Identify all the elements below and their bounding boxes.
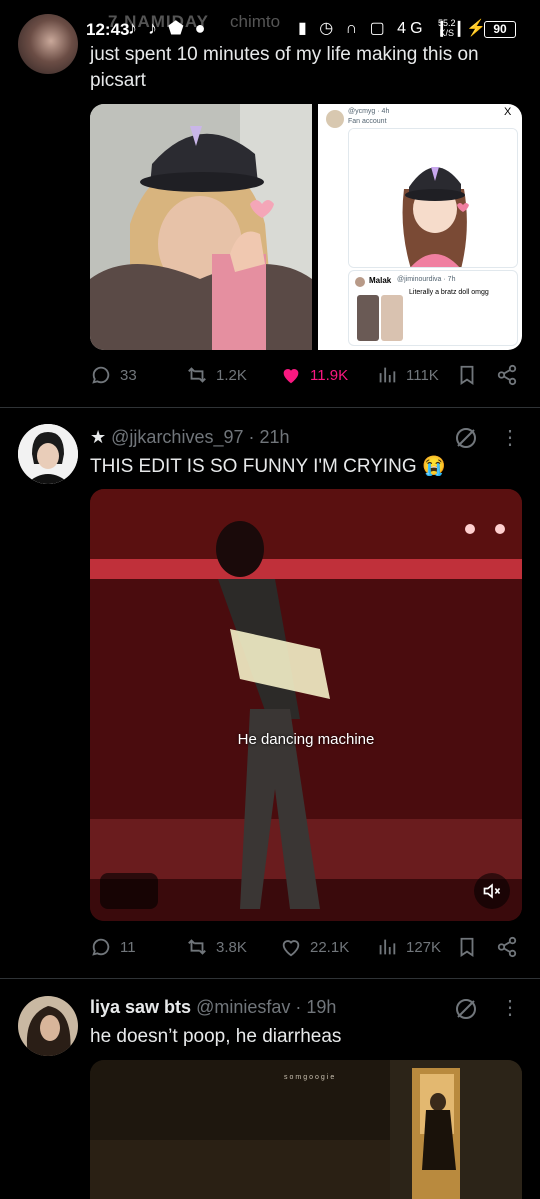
like-count: 11.9K — [310, 366, 349, 384]
grok-icon[interactable] — [454, 997, 478, 1021]
repost-button[interactable]: 3.8K — [186, 936, 247, 958]
repost-icon — [188, 367, 206, 383]
repost-icon — [188, 939, 206, 955]
reply-button[interactable]: 11 — [90, 936, 136, 958]
tweet-divider — [0, 407, 540, 408]
tweet-photo-left[interactable] — [90, 104, 312, 350]
share-icon — [497, 364, 517, 386]
status-time: 12:43 — [86, 20, 130, 39]
reply-count: 33 — [120, 366, 137, 384]
tweet-video[interactable]: somgoogie — [90, 1060, 522, 1199]
views-icon — [379, 367, 396, 383]
more-options-icon[interactable]: ⋮ — [500, 998, 520, 1018]
video-caption: He dancing machine — [237, 731, 375, 748]
tweet-text: THIS EDIT IS SO FUNNY I'M CRYING 😭 — [90, 456, 446, 477]
heart-icon — [282, 940, 300, 957]
like-button[interactable]: 11.9K — [280, 364, 348, 386]
bookmark-icon — [460, 937, 474, 957]
network-speed-value: 55.2 — [438, 18, 456, 28]
cartoon-illustration — [349, 129, 517, 267]
share-icon — [497, 936, 517, 958]
tweet-header: liya saw bts @miniesfav · 19h — [90, 997, 336, 1018]
quoted-reply: Malak @jiminourdiva · 7h Literally a bra… — [348, 270, 518, 346]
reply-thumb-1 — [357, 295, 379, 341]
tweet-divider — [0, 978, 540, 979]
views-count: 111K — [406, 366, 439, 384]
video-avatar-badge — [100, 873, 158, 909]
reply-handle: @jiminourdiva · 7h — [397, 276, 456, 283]
video-frame — [90, 489, 522, 921]
reply-icon — [92, 938, 110, 956]
like-button[interactable]: 22.1K — [280, 936, 349, 958]
notification-icons: ♪ ♪ ⬟ ● — [128, 18, 209, 38]
tweet-text: he doesn’t poop, he diarrheas — [90, 1026, 342, 1047]
battery-level: 90 — [484, 21, 516, 38]
repost-button[interactable]: 1.2K — [186, 364, 247, 386]
bookmark-button[interactable] — [456, 936, 486, 958]
tweet-author-name[interactable]: liya saw bts — [90, 997, 191, 1017]
photo-illustration — [90, 104, 312, 350]
share-button[interactable] — [496, 364, 526, 386]
tweet-text: just spent 10 minutes of my life making … — [90, 42, 479, 94]
avatar[interactable] — [18, 424, 78, 484]
tweet-time[interactable]: · 21h — [249, 427, 290, 447]
repost-count: 1.2K — [216, 366, 247, 384]
star-icon: ★ — [90, 427, 107, 447]
tweet-header: ★ @jjkarchives_97 · 21h — [90, 427, 290, 448]
bookmark-icon — [460, 365, 474, 385]
x-logo-icon: X — [504, 106, 512, 118]
reply-name: Malak — [369, 276, 392, 285]
tweet-actions: 33 1.2K 11.9K 111K — [90, 364, 522, 392]
tweet-time[interactable]: · 19h — [295, 997, 336, 1017]
tweet-video[interactable]: He dancing machine — [90, 489, 522, 921]
repost-count: 3.8K — [216, 938, 247, 956]
reply-avatar — [355, 277, 365, 287]
reply-thumb-2 — [381, 295, 403, 341]
charging-icon: ⚡ — [466, 20, 486, 37]
quoted-image — [348, 128, 518, 268]
tweet-photo-right[interactable]: @ycmyg · 4h Fan account X Malak @jiminou… — [318, 104, 522, 350]
reply-icon — [92, 366, 110, 384]
heart-filled-icon — [283, 369, 299, 384]
grok-icon[interactable] — [454, 426, 478, 450]
tweet-handle[interactable]: @miniesfav — [196, 997, 290, 1017]
quoted-label: Fan account — [348, 118, 387, 125]
quoted-handle: @ycmyg · 4h — [348, 108, 390, 115]
avatar[interactable] — [18, 996, 78, 1056]
avatar-illustration — [18, 424, 78, 484]
mute-button[interactable] — [474, 873, 510, 909]
tweet-text-line: picsart — [90, 70, 146, 91]
volume-muted-icon — [483, 883, 501, 899]
reply-text: Literally a bratz doll omgg — [409, 289, 489, 296]
tweet-actions: 11 3.8K 22.1K 127K — [90, 936, 522, 964]
share-button[interactable] — [496, 936, 526, 958]
video-watermark: somgoogie — [284, 1074, 337, 1081]
network-speed: 55.2 K/S — [438, 18, 456, 38]
quoted-avatar — [326, 110, 344, 128]
reply-button[interactable]: 33 — [90, 364, 137, 386]
views-button[interactable]: 111K — [376, 364, 439, 386]
tweet-handle[interactable]: @jjkarchives_97 — [111, 427, 243, 447]
views-icon — [379, 939, 396, 955]
avatar-illustration — [18, 996, 78, 1056]
like-count: 22.1K — [310, 938, 350, 956]
views-count: 127K — [406, 938, 442, 956]
network-speed-unit: K/S — [439, 28, 455, 38]
views-button[interactable]: 127K — [376, 936, 441, 958]
bookmark-button[interactable] — [456, 364, 486, 386]
status-bar: 7 NAMIDAY chimto 12:43 ♪ ♪ ⬟ ● ▮ ◷ ∩ ▢ 4… — [0, 0, 540, 46]
status-ghost-text-2: chimto — [230, 12, 281, 31]
reply-count: 11 — [120, 938, 136, 956]
more-options-icon[interactable]: ⋮ — [500, 428, 520, 448]
